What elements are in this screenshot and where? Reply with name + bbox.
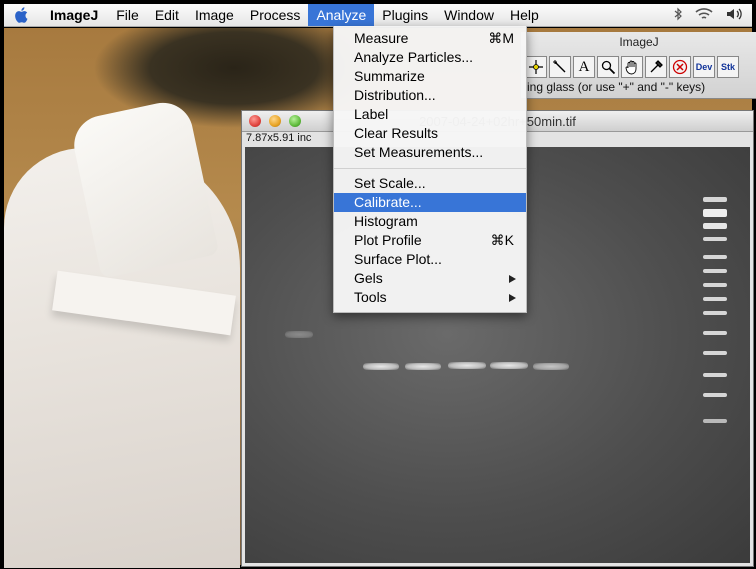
submenu-arrow-icon xyxy=(509,294,516,302)
menu-item-gels[interactable]: Gels xyxy=(334,269,526,288)
gel-ladder-band xyxy=(703,269,727,273)
gel-ladder-band xyxy=(703,311,727,315)
tool-row: A Dev Stk xyxy=(525,56,739,80)
gel-ladder-band xyxy=(703,197,727,202)
menu-item-surface-plot[interactable]: Surface Plot... xyxy=(334,250,526,269)
dev-tool[interactable]: Dev xyxy=(693,56,715,78)
wifi-icon[interactable] xyxy=(694,7,714,24)
menu-item-label: Tools xyxy=(354,289,387,305)
menu-item-set-measurements[interactable]: Set Measurements... xyxy=(334,143,526,162)
menu-item-label: Clear Results xyxy=(354,125,439,141)
apple-menu-icon[interactable] xyxy=(4,4,38,26)
gel-ladder-band xyxy=(703,223,727,229)
menu-item-label: Set Scale... xyxy=(354,175,426,191)
menu-item-label: Set Measurements... xyxy=(354,144,484,160)
gel-ladder-band xyxy=(703,209,727,217)
gel-ladder-band xyxy=(703,373,727,377)
gel-ladder-band xyxy=(703,331,727,335)
menu-item-label: Measure xyxy=(354,30,409,46)
menu-item-label: Surface Plot... xyxy=(354,251,442,267)
gel-ladder-band xyxy=(703,283,727,287)
menu-item-histogram[interactable]: Histogram xyxy=(334,212,526,231)
gel-band xyxy=(363,363,399,370)
menu-item-summarize[interactable]: Summarize xyxy=(334,67,526,86)
shortcut-label: ⌘K xyxy=(490,232,514,248)
submenu-arrow-icon xyxy=(509,275,516,283)
gel-ladder-band xyxy=(703,393,727,397)
menu-edit[interactable]: Edit xyxy=(147,4,187,26)
menu-help[interactable]: Help xyxy=(502,4,547,26)
gel-ladder-band xyxy=(703,237,727,241)
menu-bar: ImageJ File Edit Image Process Analyze P… xyxy=(4,4,752,27)
gel-band xyxy=(533,363,569,370)
toolbar-window-title: ImageJ xyxy=(619,35,659,49)
menu-item-plot-profile[interactable]: Plot Profile ⌘K xyxy=(334,231,526,250)
gel-band xyxy=(405,363,441,370)
menu-item-label: Gels xyxy=(354,270,383,286)
menu-file[interactable]: File xyxy=(108,4,147,26)
menu-item-tools[interactable]: Tools xyxy=(334,288,526,307)
menu-separator xyxy=(334,168,526,169)
wand-icon[interactable] xyxy=(549,56,571,78)
menu-item-label: Analyze Particles... xyxy=(354,49,474,65)
menu-item-measure[interactable]: Measure ⌘M xyxy=(334,29,526,48)
stk-tool[interactable]: Stk xyxy=(717,56,739,78)
dropper-icon[interactable] xyxy=(645,56,667,78)
menu-item-label: Distribution... xyxy=(354,87,436,103)
menu-item-calibrate[interactable]: Calibrate... xyxy=(334,193,526,212)
gel-band xyxy=(490,362,528,369)
status-area xyxy=(674,7,752,24)
menu-item-label: Calibrate... xyxy=(354,194,422,210)
image-info: 7.87x5.91 inc xyxy=(246,132,312,144)
menu-item-clear-results[interactable]: Clear Results xyxy=(334,124,526,143)
menu-item-distribution[interactable]: Distribution... xyxy=(334,86,526,105)
menu-item-label: Summarize xyxy=(354,68,425,84)
bluetooth-icon[interactable] xyxy=(674,7,682,24)
magnifier-icon[interactable] xyxy=(597,56,619,78)
menu-window[interactable]: Window xyxy=(436,4,502,26)
crosshair-icon[interactable] xyxy=(525,56,547,78)
menu-image[interactable]: Image xyxy=(187,4,242,26)
menu-item-label-cmd[interactable]: Label xyxy=(334,105,526,124)
imagej-toolbar-window: ImageJ A Dev Stk ing glass (or use "+" a… xyxy=(520,32,756,99)
menu-process[interactable]: Process xyxy=(242,4,309,26)
gel-band xyxy=(448,362,486,369)
analyze-menu: Measure ⌘M Analyze Particles... Summariz… xyxy=(333,26,527,313)
menu-plugins[interactable]: Plugins xyxy=(374,4,436,26)
menu-item-label: Label xyxy=(354,106,389,122)
hand-icon[interactable] xyxy=(621,56,643,78)
menu-analyze[interactable]: Analyze xyxy=(308,4,375,26)
menu-item-label: Histogram xyxy=(354,213,418,229)
gel-band xyxy=(285,331,313,338)
shortcut-label: ⌘M xyxy=(488,30,514,46)
volume-icon[interactable] xyxy=(726,7,744,24)
menu-item-set-scale[interactable]: Set Scale... xyxy=(334,174,526,193)
status-hint: ing glass (or use "+" and "-" keys) xyxy=(527,80,706,94)
menu-item-analyze-particles[interactable]: Analyze Particles... xyxy=(334,48,526,67)
app-menu[interactable]: ImageJ xyxy=(38,4,108,26)
gel-ladder-band xyxy=(703,419,727,423)
text-tool[interactable]: A xyxy=(573,56,595,78)
menu-item-label: Plot Profile xyxy=(354,232,422,248)
gel-ladder-band xyxy=(703,297,727,301)
gel-ladder-band xyxy=(703,255,727,259)
close-icon[interactable] xyxy=(669,56,691,78)
gel-ladder-band xyxy=(703,351,727,355)
